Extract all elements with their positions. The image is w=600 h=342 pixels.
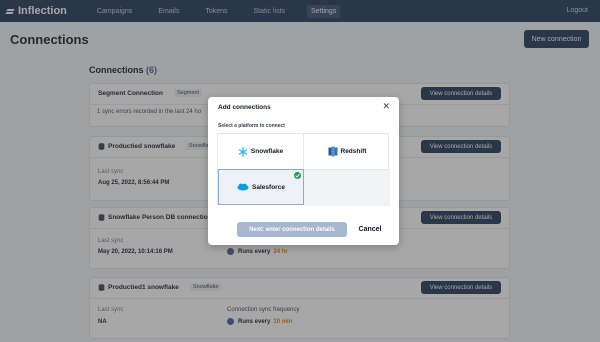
snowflake-icon bbox=[238, 146, 248, 157]
cancel-button[interactable]: Cancel bbox=[356, 222, 384, 237]
platform-tile-empty bbox=[304, 170, 390, 206]
platform-label: Redshift bbox=[340, 148, 367, 155]
platform-tile-salesforce[interactable]: Salesforce bbox=[218, 169, 304, 234]
platform-label: Salesforce bbox=[252, 183, 285, 191]
modal-subtitle: Select a platform to connect bbox=[218, 123, 285, 129]
platform-label: Snowflake bbox=[250, 148, 284, 155]
platform-tile-redshift[interactable]: Redshift bbox=[304, 134, 390, 170]
platform-grid: Snowflake Redshift Salesforce bbox=[217, 133, 390, 234]
modal-title: Add connections bbox=[218, 104, 271, 111]
next-button[interactable]: Next: enter connection details bbox=[237, 222, 347, 237]
close-icon[interactable]: ✕ bbox=[382, 102, 390, 111]
selected-check-icon bbox=[294, 172, 301, 179]
redshift-icon bbox=[328, 146, 337, 157]
salesforce-icon bbox=[237, 183, 249, 191]
add-connections-modal: Add connections ✕ Select a platform to c… bbox=[208, 97, 399, 245]
platform-tile-snowflake[interactable]: Snowflake bbox=[218, 134, 304, 170]
